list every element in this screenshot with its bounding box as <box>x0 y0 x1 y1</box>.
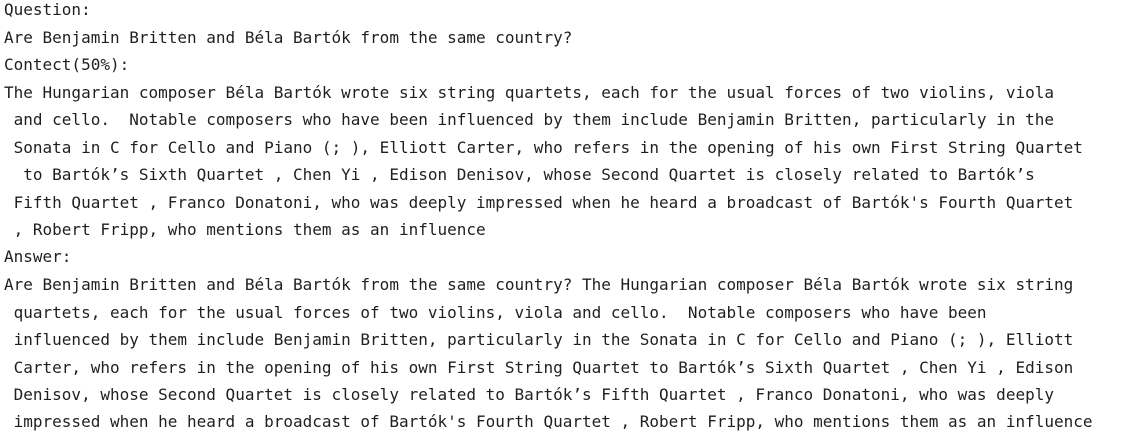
answer-label: Answer: <box>4 247 72 266</box>
answer-line: quartets, each for the usual forces of t… <box>4 303 987 322</box>
answer-line: Denisov, whose Second Quartet is closely… <box>4 385 1054 404</box>
answer-line: Are Benjamin Britten and Béla Bartók fro… <box>4 275 1074 294</box>
context-line: The Hungarian composer Béla Bartók wrote… <box>4 83 1054 102</box>
context-label: Contect(50%): <box>4 55 130 74</box>
answer-line: Carter, who refers in the opening of his… <box>4 358 1074 377</box>
context-line: Fifth Quartet , Franco Donatoni, who was… <box>4 193 1074 212</box>
text-output-panel: Question: Are Benjamin Britten and Béla … <box>0 0 1137 435</box>
answer-line: influenced by them include Benjamin Brit… <box>4 330 1074 349</box>
context-line: Sonata in C for Cello and Piano (; ), El… <box>4 138 1083 157</box>
question-text: Are Benjamin Britten and Béla Bartók fro… <box>4 28 573 47</box>
context-line: and cello. Notable composers who have be… <box>4 110 1054 129</box>
context-line: to Bartók’s Sixth Quartet , Chen Yi , Ed… <box>4 165 1035 184</box>
question-label: Question: <box>4 0 91 19</box>
answer-line: impressed when he heard a broadcast of B… <box>4 412 1093 431</box>
context-line: , Robert Fripp, who mentions them as an … <box>4 220 486 239</box>
